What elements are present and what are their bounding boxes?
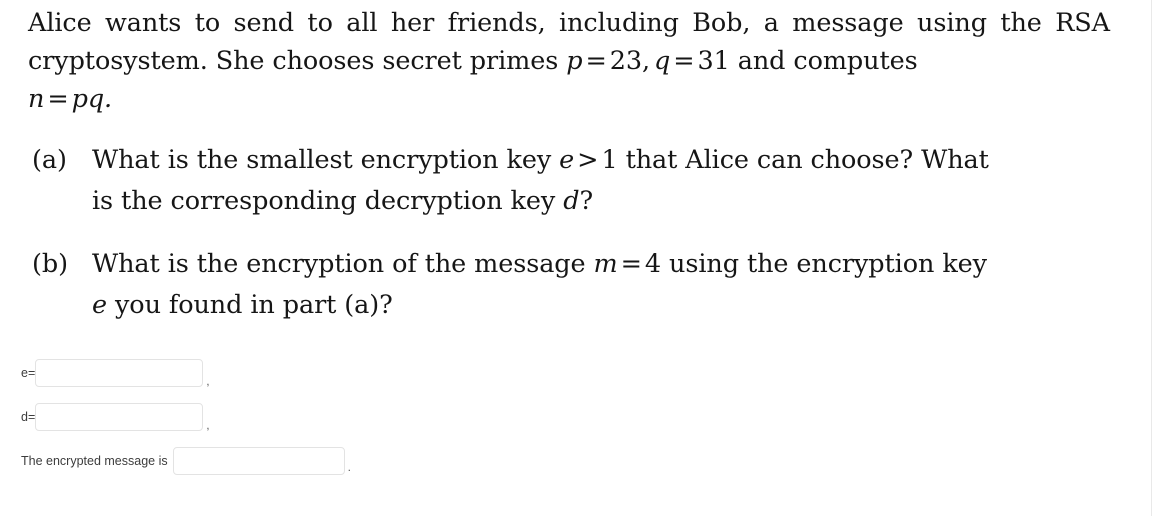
item-b-marker: (b) xyxy=(32,249,68,279)
problem-item-a: (a) What is the smallest encryption key e… xyxy=(28,140,1110,222)
math-value-p: 23, xyxy=(609,46,650,76)
problem-item-b: (b) What is the encryption of the message… xyxy=(28,244,1110,326)
math-greater-than: > xyxy=(577,145,599,175)
answer-trailing-period-message: . xyxy=(347,460,351,474)
math-var-m: m xyxy=(593,249,618,279)
math-value-q: 31 xyxy=(697,46,730,76)
math-var-p: p xyxy=(566,46,583,76)
item-a-marker: (a) xyxy=(32,145,67,175)
math-equals-2: = xyxy=(673,46,695,76)
answer-row-message: The encrypted message is . xyxy=(21,446,721,476)
item-b-text-pre: What is the encryption of the message xyxy=(92,249,594,279)
item-b-text-post-end: you found in part (a)? xyxy=(107,290,393,320)
item-a-text-pre: What is the smallest encryption key xyxy=(92,145,560,175)
answer-input-e[interactable] xyxy=(35,359,204,387)
problem-statement: Alice wants to send to all her friends, … xyxy=(28,0,1110,326)
answer-label-message: The encrypted message is xyxy=(21,453,168,468)
answer-trailing-comma-e: , xyxy=(206,374,210,388)
intro-paragraph: Alice wants to send to all her friends, … xyxy=(28,0,1110,118)
math-var-n: n xyxy=(28,84,45,114)
answer-section: e= , d= , The encrypted message is . xyxy=(21,358,721,476)
item-a-line-2: is the corresponding decryption key d? xyxy=(92,181,1110,222)
answer-row-d: d= , xyxy=(21,402,721,432)
math-var-e-b: e xyxy=(92,290,107,320)
math-expr-pq: pq. xyxy=(71,84,113,114)
math-var-e-a: e xyxy=(559,145,575,175)
item-a-text-post-end: ? xyxy=(579,186,594,216)
math-equals-1: = xyxy=(585,46,607,76)
math-equals-3: = xyxy=(47,84,69,114)
item-a-text-mid: that Alice can choose? What xyxy=(617,145,989,175)
item-b-line-2: e you found in part (a)? xyxy=(92,285,1110,326)
item-b-text-mid: using the encryption key xyxy=(661,249,987,279)
answer-input-message[interactable] xyxy=(172,447,345,475)
math-equals-4: = xyxy=(620,249,642,279)
problem-page: Alice wants to send to all her friends, … xyxy=(0,0,1161,516)
math-var-d: d xyxy=(563,186,580,216)
intro-line-1: Alice wants to send to all her friends, … xyxy=(28,8,1042,38)
answer-label-d: d= xyxy=(21,409,36,424)
item-a-text-post-pre: is the corresponding decryption key xyxy=(92,186,564,216)
answer-trailing-comma-d: , xyxy=(206,418,210,432)
page-right-edge-divider xyxy=(1151,0,1152,516)
math-number-one: 1 xyxy=(601,145,618,175)
answer-input-d[interactable] xyxy=(35,403,204,431)
answer-label-e: e= xyxy=(21,365,36,380)
math-number-four: 4 xyxy=(644,249,662,279)
intro-line-2-post: and computes xyxy=(729,46,918,76)
intro-line-3: n = pq. xyxy=(28,80,1110,118)
answer-row-e: e= , xyxy=(21,358,721,388)
math-var-q: q xyxy=(653,46,671,76)
